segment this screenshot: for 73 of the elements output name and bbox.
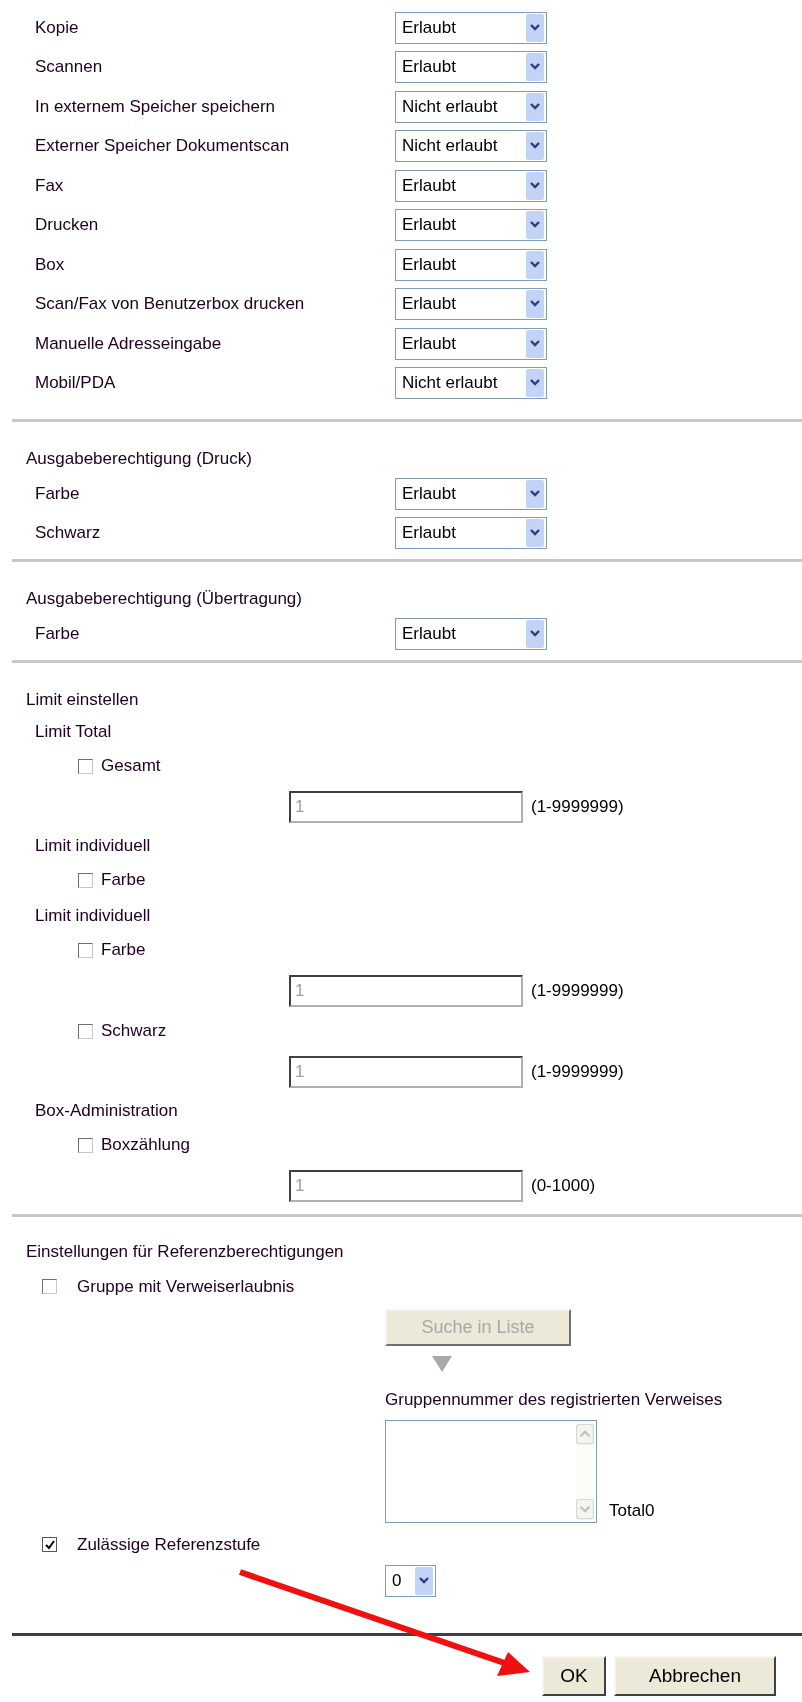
checkbox[interactable] bbox=[78, 758, 93, 774]
chevron-down-icon bbox=[526, 369, 544, 398]
dialog-button[interactable]: OK bbox=[542, 1655, 606, 1696]
setting-label: Farbe bbox=[35, 623, 81, 644]
dropdown[interactable]: Erlaubt bbox=[395, 288, 547, 321]
checkbox-label: Gesamt bbox=[101, 756, 161, 776]
chevron-down-icon bbox=[526, 519, 544, 548]
chevron-down-icon bbox=[415, 1566, 433, 1595]
range-hint: (1-9999999) bbox=[531, 796, 624, 817]
setting-label: Box bbox=[35, 254, 66, 275]
checkbox[interactable] bbox=[42, 1537, 57, 1552]
checkbox-label: Boxzählung bbox=[101, 1135, 190, 1155]
setting-label: Manuelle Adresseingabe bbox=[35, 333, 223, 354]
setting-label: Farbe bbox=[35, 483, 81, 504]
section-heading: Limit einstellen bbox=[25, 688, 140, 711]
group-heading: Limit Total bbox=[34, 720, 113, 743]
checkbox[interactable] bbox=[78, 1023, 93, 1039]
dropdown[interactable]: Erlaubt bbox=[395, 517, 547, 550]
chevron-down-icon bbox=[526, 171, 544, 200]
dialog-button[interactable]: Abbrechen bbox=[614, 1655, 776, 1696]
dropdown[interactable]: Erlaubt bbox=[395, 209, 547, 242]
dropdown[interactable]: Erlaubt bbox=[395, 169, 547, 202]
list-label: Gruppennummer des registrierten Verweises bbox=[385, 1389, 723, 1410]
chevron-down-icon bbox=[526, 211, 544, 240]
dropdown[interactable]: Erlaubt bbox=[395, 477, 547, 510]
dropdown[interactable]: Nicht erlaubt bbox=[395, 130, 547, 163]
checkbox-label: Farbe bbox=[101, 870, 146, 890]
chevron-down-icon bbox=[526, 250, 544, 279]
checkbox-label: Farbe bbox=[101, 940, 146, 960]
range-hint: (1-9999999) bbox=[531, 1061, 624, 1082]
list-box[interactable] bbox=[385, 1419, 597, 1523]
dropdown[interactable]: Erlaubt bbox=[395, 51, 547, 84]
down-triangle-icon bbox=[432, 1355, 452, 1372]
section-heading: Ausgabeberechtigung (Druck) bbox=[25, 448, 253, 470]
checkbox[interactable] bbox=[78, 1137, 93, 1153]
range-hint: (1-9999999) bbox=[531, 980, 624, 1001]
setting-label: Externer Speicher Dokumentscan bbox=[35, 136, 291, 157]
group-heading: Limit individuell bbox=[34, 904, 152, 927]
checkbox[interactable] bbox=[78, 942, 93, 958]
group-heading: Box-Administration bbox=[34, 1099, 179, 1122]
dropdown[interactable]: 0 bbox=[385, 1564, 436, 1597]
setting-label: Scan/Fax von Benutzerbox drucken bbox=[35, 294, 306, 315]
dropdown[interactable]: Erlaubt bbox=[395, 327, 547, 360]
setting-label: Fax bbox=[35, 175, 65, 196]
group-heading: Limit individuell bbox=[34, 834, 152, 857]
chevron-down-icon bbox=[526, 53, 544, 82]
dropdown[interactable]: Erlaubt bbox=[395, 11, 547, 44]
range-hint: (0-1000) bbox=[531, 1175, 596, 1196]
setting-label: Kopie bbox=[35, 17, 80, 38]
setting-label: Scannen bbox=[35, 57, 104, 78]
checkbox-label: Gruppe mit Verweiserlaubnis bbox=[77, 1276, 295, 1297]
checkbox[interactable] bbox=[78, 872, 93, 888]
chevron-down-icon bbox=[526, 92, 544, 121]
setting-label: In externem Speicher speichern bbox=[35, 96, 277, 117]
setting-label: Mobil/PDA bbox=[35, 373, 117, 394]
chevron-down-icon bbox=[526, 132, 544, 161]
dropdown[interactable]: Nicht erlaubt bbox=[395, 367, 547, 400]
section-heading: Einstellungen für Referenzberechtigungen bbox=[25, 1240, 345, 1263]
section-heading: Ausgabeberechtigung (Übertragung) bbox=[25, 588, 303, 610]
chevron-down-icon bbox=[526, 329, 544, 358]
checkbox-label: Zulässige Referenzstufe bbox=[77, 1534, 261, 1555]
chevron-down-icon bbox=[526, 13, 544, 42]
dropdown[interactable]: Erlaubt bbox=[395, 617, 547, 650]
setting-label: Drucken bbox=[35, 215, 100, 236]
chevron-down-icon bbox=[526, 290, 544, 319]
chevron-down-icon bbox=[526, 619, 544, 648]
total-count: Total0 bbox=[609, 1500, 655, 1521]
dropdown[interactable]: Nicht erlaubt bbox=[395, 90, 547, 123]
chevron-down-icon bbox=[526, 479, 544, 508]
dropdown[interactable]: Erlaubt bbox=[395, 248, 547, 281]
checkbox[interactable] bbox=[42, 1279, 57, 1294]
setting-label: Schwarz bbox=[35, 523, 102, 544]
checkbox-label: Schwarz bbox=[101, 1021, 167, 1041]
